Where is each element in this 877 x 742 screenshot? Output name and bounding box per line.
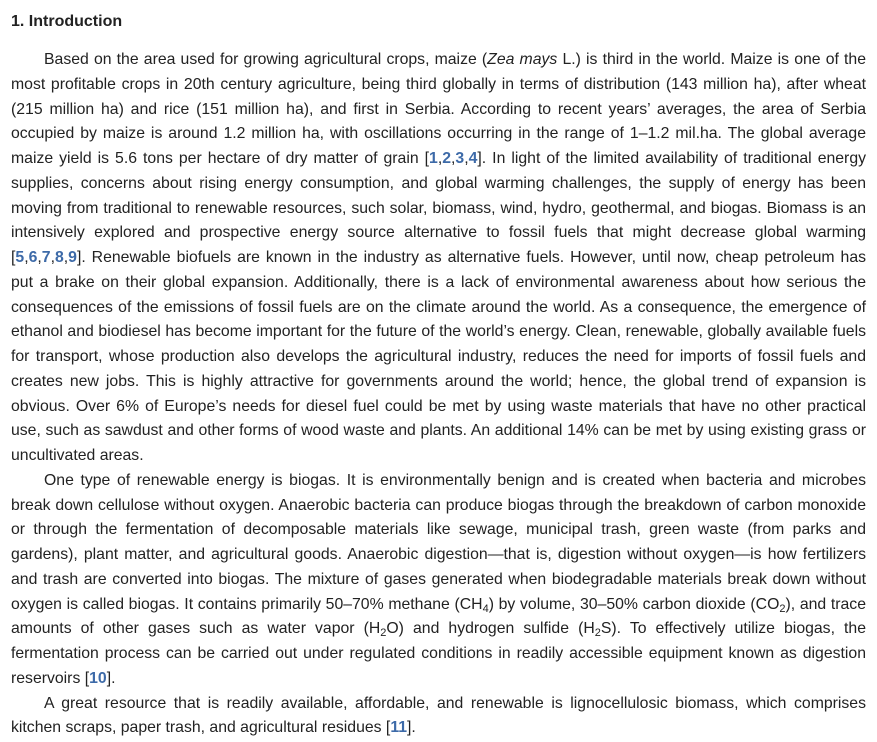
citation-link[interactable]: 3 xyxy=(455,150,464,167)
section-number: 1. xyxy=(11,13,25,30)
citation-link[interactable]: 5 xyxy=(15,249,24,266)
text-run: ]. xyxy=(106,669,116,687)
text-run: One type of renewable energy is biogas. … xyxy=(11,471,866,613)
section-title: Introduction xyxy=(28,13,123,30)
paragraph: A great resource that is readily availab… xyxy=(11,692,866,742)
paragraph: One type of renewable energy is biogas. … xyxy=(11,469,866,692)
paper-page: 1. Introduction Based on the area used f… xyxy=(0,0,877,741)
citation-link[interactable]: 9 xyxy=(68,249,77,266)
citation-link[interactable]: 2 xyxy=(442,150,451,167)
section-body: Based on the area used for growing agric… xyxy=(11,48,866,741)
text-run: ) by volume, 30–50% carbon dioxide (CO xyxy=(488,595,780,613)
species-name: Zea mays xyxy=(487,51,558,68)
citation-link[interactable]: 8 xyxy=(55,249,64,266)
section-heading: 1. Introduction xyxy=(11,12,866,32)
citation-link[interactable]: 1 xyxy=(429,150,438,167)
paragraph: Based on the area used for growing agric… xyxy=(11,48,866,469)
text-run: Based on the area used for growing agric… xyxy=(44,51,488,68)
citation-link[interactable]: 10 xyxy=(89,670,107,687)
text-run: ]. xyxy=(407,719,416,737)
citation-link[interactable]: 11 xyxy=(390,719,407,736)
citation-link[interactable]: 7 xyxy=(42,249,51,266)
text-run: O) and hydrogen sulfide (H xyxy=(386,620,595,638)
text-run: A great resource that is readily availab… xyxy=(11,694,866,737)
text-run: ]. Renewable biofuels are known in the i… xyxy=(11,249,866,464)
